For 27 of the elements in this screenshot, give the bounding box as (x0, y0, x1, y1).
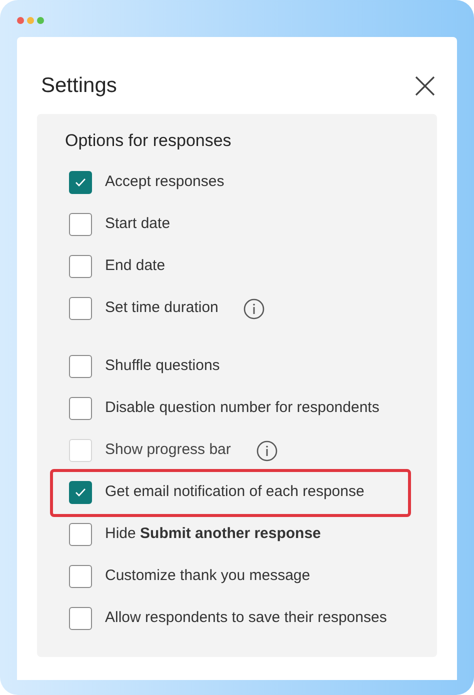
option-label: Hide Submit another response (105, 524, 321, 544)
checkmark-icon (75, 178, 86, 187)
option-label: Set time duration (105, 298, 218, 318)
checkbox[interactable] (69, 171, 92, 194)
option-label: Shuffle questions (105, 356, 220, 376)
option-label: End date (105, 256, 166, 276)
option-label: Start date (105, 214, 170, 234)
option-label: Get email notification of each response (105, 482, 364, 502)
checkbox[interactable] (69, 607, 92, 630)
checkbox[interactable] (69, 397, 92, 420)
checkbox[interactable] (69, 481, 92, 504)
close-icon[interactable] (415, 76, 435, 96)
info-icon[interactable] (243, 298, 266, 320)
option-label: Allow respondents to save their responses (105, 608, 387, 628)
option-label: Show progress bar (105, 440, 231, 460)
checkbox[interactable] (69, 297, 92, 320)
checkmark-icon (75, 488, 86, 497)
checkbox[interactable] (69, 523, 92, 546)
checkbox[interactable] (69, 213, 92, 236)
checkbox[interactable] (69, 565, 92, 588)
checkbox[interactable] (69, 255, 92, 278)
option-label: Customize thank you message (105, 566, 310, 586)
section-heading: Options for responses (64, 130, 232, 152)
window-title: Settings (41, 72, 117, 99)
checkbox[interactable] (69, 355, 92, 378)
option-label: Disable question number for respondents (105, 398, 380, 418)
option-label: Accept responses (105, 172, 224, 192)
